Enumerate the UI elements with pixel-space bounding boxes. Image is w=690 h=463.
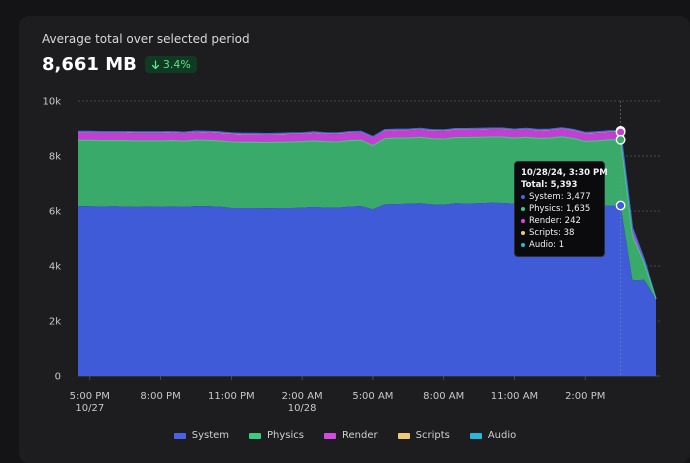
legend-swatch: [397, 432, 410, 439]
x-tick-sublabel: 10/28: [288, 403, 317, 414]
x-tick-label: 11:00 PM: [208, 391, 255, 402]
legend-swatch: [324, 432, 336, 439]
y-tick-label: 6k: [49, 207, 61, 218]
tooltip-row: Scripts: 38: [521, 227, 598, 239]
y-tick-label: 4k: [49, 262, 61, 273]
legend-swatch: [249, 432, 262, 439]
x-tick-label: 11:00 AM: [491, 391, 538, 402]
x-tick-label: 5:00 PM: [70, 391, 110, 402]
tooltip-row-label: Render: 242: [529, 216, 581, 226]
chart-tooltip: 10/28/24, 3:30 PM Total: 5,393 System: 3…: [514, 161, 608, 257]
legend-item-scripts[interactable]: Scripts: [397, 430, 450, 441]
y-tick-label: 2k: [49, 317, 61, 328]
x-tick-sublabel: 10/27: [75, 403, 104, 414]
legend-swatch: [469, 432, 482, 439]
legend-label: System: [191, 430, 230, 441]
legend-label: Physics: [267, 430, 304, 441]
x-tick-label: 2:00 AM: [282, 391, 323, 402]
tooltip-total: Total: 5,393: [521, 180, 578, 190]
tooltip-row-label: Physics: 1,635: [529, 204, 591, 214]
legend-swatch: [173, 432, 186, 439]
legend-item-system[interactable]: System: [173, 430, 230, 441]
tooltip-timestamp: 10/28/24, 3:30 PM: [521, 168, 608, 178]
legend-item-audio[interactable]: Audio: [469, 430, 517, 441]
tooltip-row: Physics: 1,635: [521, 203, 598, 215]
legend-item-render[interactable]: Render: [324, 430, 378, 441]
tooltip-series-dot: [521, 195, 525, 199]
x-tick-label: 8:00 AM: [423, 391, 464, 402]
legend-label: Render: [342, 430, 378, 441]
y-tick-label: 0: [55, 372, 61, 383]
tooltip-series-dot: [521, 231, 525, 235]
x-tick-label: 2:00 PM: [565, 391, 605, 402]
tooltip-row: System: 3,477: [521, 191, 598, 203]
y-tick-label: 8k: [49, 152, 61, 163]
tooltip-row: Audio: 1: [521, 239, 598, 251]
tooltip-series-dot: [521, 219, 525, 223]
tooltip-series-dot: [521, 207, 525, 211]
tooltip-row: Render: 242: [521, 215, 598, 227]
legend-label: Audio: [487, 430, 517, 441]
tooltip-series-dot: [521, 243, 525, 247]
tooltip-row-label: Scripts: 38: [529, 228, 575, 238]
x-tick-label: 8:00 PM: [140, 391, 180, 402]
x-tick-label: 5:00 AM: [352, 391, 393, 402]
tooltip-row-label: Audio: 1: [529, 240, 565, 250]
legend-label: Scripts: [415, 430, 450, 441]
chart-legend: System Physics Render Scripts Audio: [0, 430, 690, 441]
tooltip-row-label: System: 3,477: [529, 192, 591, 202]
hover-point-physics: [615, 134, 626, 145]
legend-item-physics[interactable]: Physics: [249, 430, 304, 441]
y-tick-label: 10k: [42, 97, 61, 108]
hover-point-system: [615, 200, 626, 211]
